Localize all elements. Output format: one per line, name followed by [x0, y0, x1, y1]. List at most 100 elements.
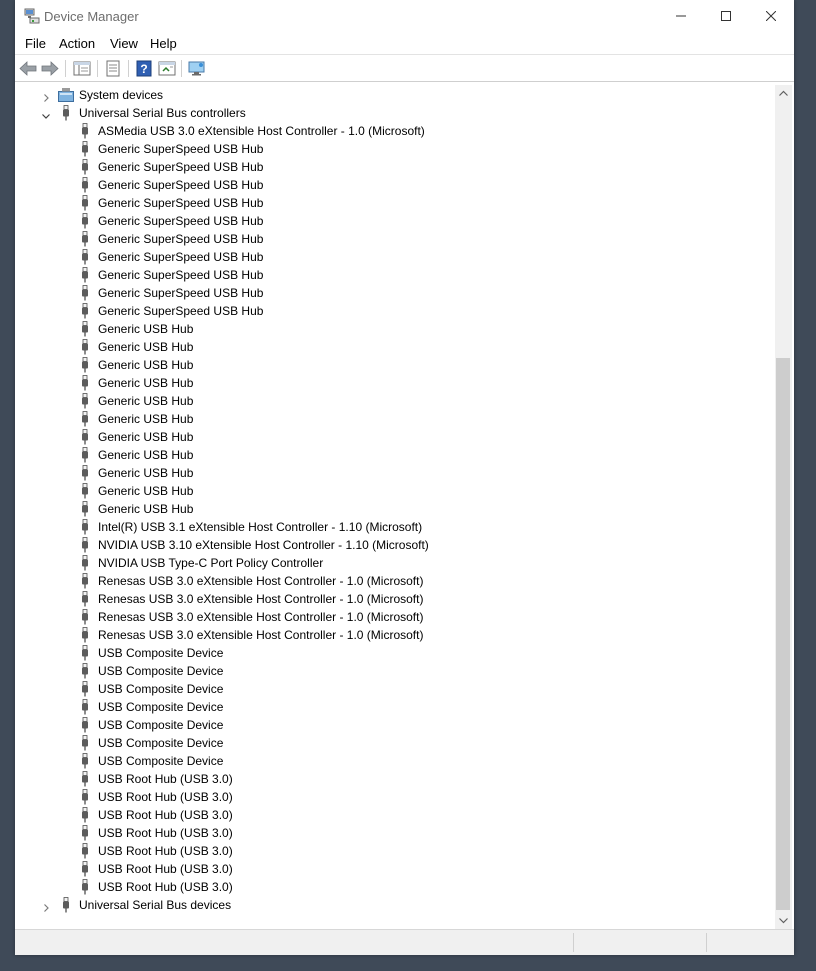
update-driver-button[interactable] — [158, 60, 176, 77]
tree-device-item[interactable]: USB Composite Device — [15, 752, 775, 770]
scroll-up-button[interactable] — [775, 85, 792, 102]
tree-device-item[interactable]: NVIDIA USB Type-C Port Policy Controller — [15, 554, 775, 572]
tree-device-item[interactable]: Generic USB Hub — [15, 410, 775, 428]
show-hide-console-tree-button[interactable] — [73, 60, 91, 77]
tree-device-item[interactable]: Renesas USB 3.0 eXtensible Host Controll… — [15, 626, 775, 644]
tree-device-item[interactable]: Generic SuperSpeed USB Hub — [15, 248, 775, 266]
tree-item-label: Renesas USB 3.0 eXtensible Host Controll… — [98, 628, 424, 642]
usb-device-icon — [82, 159, 88, 175]
tree-device-item[interactable]: Generic SuperSpeed USB Hub — [15, 230, 775, 248]
tree-device-item[interactable]: Renesas USB 3.0 eXtensible Host Controll… — [15, 572, 775, 590]
close-icon — [766, 11, 776, 21]
tree-device-item[interactable]: Renesas USB 3.0 eXtensible Host Controll… — [15, 608, 775, 626]
tree-device-item[interactable]: Generic USB Hub — [15, 500, 775, 518]
usb-device-icon — [82, 843, 88, 859]
tree-device-item[interactable]: Generic SuperSpeed USB Hub — [15, 158, 775, 176]
tree-device-item[interactable]: USB Root Hub (USB 3.0) — [15, 824, 775, 842]
tree-device-item[interactable]: Generic SuperSpeed USB Hub — [15, 266, 775, 284]
tree-device-item[interactable]: Generic USB Hub — [15, 464, 775, 482]
usb-device-icon — [79, 141, 91, 157]
tree-device-item[interactable]: Generic USB Hub — [15, 374, 775, 392]
tree-device-item[interactable]: USB Composite Device — [15, 680, 775, 698]
status-pane — [706, 933, 793, 952]
tree-category-system-devices[interactable]: System devices — [15, 86, 775, 104]
tree-device-item[interactable]: Intel(R) USB 3.1 eXtensible Host Control… — [15, 518, 775, 536]
usb-device-icon — [82, 627, 88, 643]
usb-device-icon — [79, 285, 91, 301]
tree-device-item[interactable]: USB Root Hub (USB 3.0) — [15, 860, 775, 878]
tree-device-item[interactable]: USB Composite Device — [15, 662, 775, 680]
tree-item-label: USB Root Hub (USB 3.0) — [98, 862, 233, 876]
properties-button[interactable] — [104, 60, 122, 77]
usb-device-icon — [79, 267, 91, 283]
usb-device-icon — [82, 879, 88, 895]
tree-device-item[interactable]: USB Root Hub (USB 3.0) — [15, 842, 775, 860]
tree-device-item[interactable]: Generic SuperSpeed USB Hub — [15, 302, 775, 320]
usb-device-icon — [79, 699, 91, 715]
tree-device-item[interactable]: USB Composite Device — [15, 716, 775, 734]
usb-device-icon — [79, 771, 91, 787]
title-bar[interactable]: Device Manager — [15, 0, 794, 32]
usb-device-icon — [82, 213, 88, 229]
menu-help[interactable]: Help — [150, 36, 177, 51]
close-button[interactable] — [748, 0, 794, 32]
tree-device-item[interactable]: Generic USB Hub — [15, 320, 775, 338]
tree-device-item[interactable]: ASMedia USB 3.0 eXtensible Host Controll… — [15, 122, 775, 140]
tree-device-item[interactable]: Generic USB Hub — [15, 428, 775, 446]
tree-item-label: USB Composite Device — [98, 700, 224, 714]
usb-device-icon — [79, 573, 91, 589]
tree-device-item[interactable]: Generic SuperSpeed USB Hub — [15, 194, 775, 212]
tree-device-item[interactable]: Generic SuperSpeed USB Hub — [15, 140, 775, 158]
scroll-thumb[interactable] — [776, 358, 790, 910]
expand-chevron[interactable] — [41, 900, 51, 912]
tree-item-label: Renesas USB 3.0 eXtensible Host Controll… — [98, 574, 424, 588]
minimize-button[interactable] — [658, 0, 704, 32]
tree-device-item[interactable]: Generic USB Hub — [15, 392, 775, 410]
tree-device-item[interactable]: Generic SuperSpeed USB Hub — [15, 176, 775, 194]
tree-device-item[interactable]: Generic SuperSpeed USB Hub — [15, 284, 775, 302]
tree-device-item[interactable]: USB Composite Device — [15, 734, 775, 752]
tree-device-item[interactable]: Renesas USB 3.0 eXtensible Host Controll… — [15, 590, 775, 608]
tree-category-usb-controllers[interactable]: Universal Serial Bus controllers — [15, 104, 775, 122]
tree-device-item[interactable]: Generic USB Hub — [15, 356, 775, 374]
device-tree[interactable]: System devices Universal Serial Bus contr… — [15, 85, 775, 929]
help-button[interactable]: ? — [135, 60, 153, 77]
expand-chevron[interactable] — [41, 90, 51, 102]
usb-device-icon — [79, 321, 91, 337]
tree-item-label: Generic SuperSpeed USB Hub — [98, 304, 264, 318]
tree-device-item[interactable]: NVIDIA USB 3.10 eXtensible Host Controll… — [15, 536, 775, 554]
tree-device-item[interactable]: USB Root Hub (USB 3.0) — [15, 788, 775, 806]
tree-device-item[interactable]: USB Root Hub (USB 3.0) — [15, 878, 775, 896]
menu-view[interactable]: View — [110, 36, 138, 51]
tree-device-item[interactable]: USB Root Hub (USB 3.0) — [15, 770, 775, 788]
usb-device-icon — [82, 645, 88, 661]
menu-action[interactable]: Action — [59, 36, 95, 51]
back-button[interactable] — [19, 60, 37, 77]
tree-device-item[interactable]: Generic USB Hub — [15, 338, 775, 356]
tree-device-item[interactable]: Generic USB Hub — [15, 446, 775, 464]
device-manager-app-icon — [24, 8, 40, 24]
tree-item-label: USB Root Hub (USB 3.0) — [98, 826, 233, 840]
tree-device-item[interactable]: Generic SuperSpeed USB Hub — [15, 212, 775, 230]
forward-button[interactable] — [41, 60, 59, 77]
tree-device-item[interactable]: Generic USB Hub — [15, 482, 775, 500]
vertical-scrollbar[interactable] — [775, 85, 792, 929]
usb-device-icon — [79, 555, 91, 571]
usb-device-icon — [82, 321, 88, 337]
tree-category-usb-devices[interactable]: Universal Serial Bus devices — [15, 896, 775, 914]
usb-device-icon — [82, 303, 88, 319]
tree-device-item[interactable]: USB Composite Device — [15, 644, 775, 662]
tree-device-item[interactable]: USB Root Hub (USB 3.0) — [15, 806, 775, 824]
scroll-down-button[interactable] — [775, 912, 792, 929]
toolbar-separator — [65, 60, 66, 77]
tree-item-label: USB Composite Device — [98, 754, 224, 768]
usb-device-icon — [79, 789, 91, 805]
usb-device-icon — [82, 663, 88, 679]
tree-device-item[interactable]: USB Composite Device — [15, 698, 775, 716]
usb-device-icon — [79, 159, 91, 175]
tree-item-label: Generic SuperSpeed USB Hub — [98, 160, 264, 174]
scan-hardware-changes-button[interactable] — [188, 60, 206, 77]
collapse-chevron[interactable] — [41, 108, 51, 119]
maximize-button[interactable] — [703, 0, 749, 32]
menu-file[interactable]: File — [25, 36, 46, 51]
